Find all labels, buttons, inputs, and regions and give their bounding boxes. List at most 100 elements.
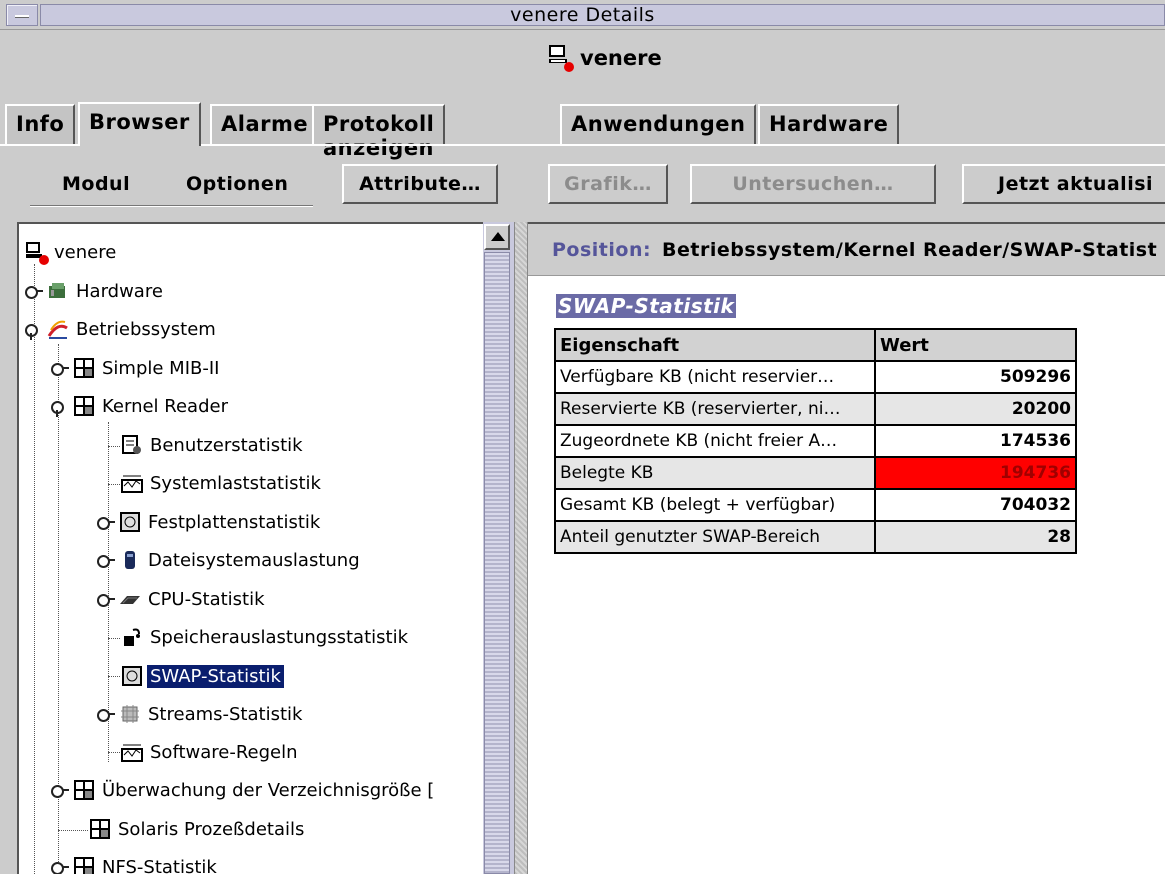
table-row[interactable]: Verfügbare KB (nicht reservier… 509296 (554, 360, 1077, 394)
property-value: 509296 (874, 360, 1077, 394)
property-value: 704032 (874, 488, 1077, 522)
cpu-icon (119, 588, 141, 610)
property-name: Zugeordnete KB (nicht freier A… (554, 424, 876, 458)
tree-node-label: Simple MIB-II (102, 357, 220, 379)
module-icon (89, 818, 111, 840)
expand-toggle-icon[interactable] (25, 283, 43, 299)
tree-node-cpu-statistik[interactable]: CPU-Statistik (97, 583, 268, 615)
menu-separator (30, 205, 313, 207)
tree-node-ueberwachung[interactable]: Überwachung der Verzeichnisgröße [ (51, 774, 437, 806)
tree-node-festplattenstatistik[interactable]: Festplattenstatistik (97, 506, 323, 538)
system-load-icon (121, 741, 143, 763)
property-value: 20200 (874, 392, 1077, 426)
jetzt-aktualisieren-button[interactable]: Jetzt aktualisi (962, 164, 1165, 204)
expand-toggle-icon[interactable] (51, 782, 69, 798)
tab-protokoll[interactable]: Protokoll anzeigen (312, 104, 446, 160)
tab-info[interactable]: Info (5, 104, 76, 144)
tree-node-label: venere (54, 241, 117, 263)
host-header: venere (0, 40, 1165, 82)
column-header-eigenschaft[interactable]: Eigenschaft (554, 328, 876, 362)
pane-splitter[interactable] (514, 222, 528, 874)
expand-toggle-icon[interactable] (97, 706, 115, 722)
detail-pane: Position: Betriebssystem/Kernel Reader/S… (528, 222, 1165, 874)
module-icon (73, 856, 95, 874)
tree-node-nfs-statistik[interactable]: NFS-Statistik (51, 851, 220, 874)
tree-node-benutzerstatistik[interactable]: Benutzerstatistik (121, 429, 306, 461)
expand-toggle-icon[interactable] (97, 552, 115, 568)
tree-node-label: Software-Regeln (150, 741, 298, 763)
table-row[interactable]: Reservierte KB (reservierter, ni… 20200 (554, 392, 1077, 426)
tree-line (58, 830, 88, 831)
tree-node-systemlaststatistik[interactable]: Systemlaststatistik (121, 467, 324, 499)
table-header-row: Eigenschaft Wert (554, 328, 1077, 362)
disk-icon (119, 511, 141, 533)
tree-node-swap-statistik[interactable]: SWAP-Statistik (121, 660, 284, 692)
table-row[interactable]: Anteil genutzter SWAP-Bereich 28 (554, 520, 1077, 554)
tree-node-betriebssystem[interactable]: Betriebssystem (25, 313, 219, 345)
module-icon (73, 395, 95, 417)
expand-toggle-icon[interactable] (97, 591, 115, 607)
expand-toggle-icon[interactable] (51, 859, 69, 874)
collapse-toggle-icon[interactable] (25, 321, 41, 340)
tree-node-dateisystemauslastung[interactable]: Dateisystemauslastung (97, 544, 363, 576)
tree-node-simple-mib[interactable]: Simple MIB-II (51, 352, 222, 384)
property-value-alarm: 194736 (874, 456, 1077, 490)
tree-node-label: NFS-Statistik (102, 856, 217, 874)
tree-scrollbar[interactable] (483, 222, 514, 874)
tree-node-label: Betriebssystem (76, 318, 216, 340)
tree-node-hardware[interactable]: Hardware (25, 275, 166, 307)
table-row[interactable]: Belegte KB 194736 (554, 456, 1077, 490)
tree-line (108, 446, 120, 447)
table-row[interactable]: Zugeordnete KB (nicht freier A… 174536 (554, 424, 1077, 458)
property-name: Reservierte KB (reservierter, ni… (554, 392, 876, 426)
window-titlebar: venere Details (0, 0, 1165, 30)
collapse-toggle-icon[interactable] (51, 398, 67, 417)
tree-node-label: Streams-Statistik (148, 703, 303, 725)
tree-node-label: CPU-Statistik (148, 588, 265, 610)
tree-node-label: Solaris Prozeßdetails (118, 818, 305, 840)
expand-toggle-icon[interactable] (51, 360, 69, 376)
user-stats-icon (121, 434, 143, 456)
scrollbar-thumb[interactable] (484, 252, 510, 874)
tree-node-label: Festplattenstatistik (148, 511, 321, 533)
position-label: Position: (552, 239, 652, 261)
tree-node-label: Kernel Reader (102, 395, 228, 417)
tree-node-venere[interactable]: venere (25, 236, 119, 268)
tree-node-kernel-reader[interactable]: Kernel Reader (51, 390, 231, 422)
attribute-button[interactable]: Attribute… (342, 164, 498, 204)
module-tree[interactable]: venere Hardware Betriebssystem Simple MI… (17, 222, 514, 874)
property-name: Gesamt KB (belegt + verfügbar) (554, 488, 876, 522)
menu-optionen[interactable]: Optionen (186, 173, 288, 195)
property-value: 174536 (874, 424, 1077, 458)
grafik-button[interactable]: Grafik… (548, 164, 668, 204)
host-computer-icon (25, 241, 49, 265)
window-title: venere Details (510, 4, 655, 26)
tab-browser[interactable]: Browser (78, 102, 201, 146)
tab-alarme[interactable]: Alarme (210, 104, 320, 144)
tree-line (108, 484, 120, 485)
tree-node-streams-statistik[interactable]: Streams-Statistik (97, 698, 305, 730)
property-name: Verfügbare KB (nicht reservier… (554, 360, 876, 394)
tree-node-solaris-prozessdetails[interactable]: Solaris Prozeßdetails (89, 813, 307, 845)
property-value: 28 (874, 520, 1077, 554)
tree-node-label: Speicherauslastungsstatistik (150, 626, 408, 648)
tree-line (108, 638, 120, 639)
module-icon (73, 779, 95, 801)
tree-node-label: Dateisystemauslastung (148, 549, 360, 571)
expand-toggle-icon[interactable] (97, 514, 115, 530)
tree-node-speicherauslastung[interactable]: Speicherauslastungsstatistik (121, 621, 411, 653)
system-load-icon (121, 472, 143, 494)
menu-modul[interactable]: Modul (62, 173, 130, 195)
tab-anwendungen[interactable]: Anwendungen (560, 104, 757, 144)
scroll-up-arrow-icon[interactable] (484, 224, 510, 250)
table-row[interactable]: Gesamt KB (belegt + verfügbar) 704032 (554, 488, 1077, 522)
tree-node-label: Systemlaststatistik (150, 472, 321, 494)
tree-node-label: SWAP-Statistik (147, 664, 284, 688)
tree-node-software-regeln[interactable]: Software-Regeln (121, 736, 301, 768)
untersuchen-button[interactable]: Untersuchen… (690, 164, 936, 204)
tab-hardware[interactable]: Hardware (758, 104, 900, 144)
tree-node-label: Hardware (76, 280, 163, 302)
disk-icon (121, 665, 143, 687)
host-name: venere (580, 46, 662, 70)
column-header-wert[interactable]: Wert (874, 328, 1077, 362)
